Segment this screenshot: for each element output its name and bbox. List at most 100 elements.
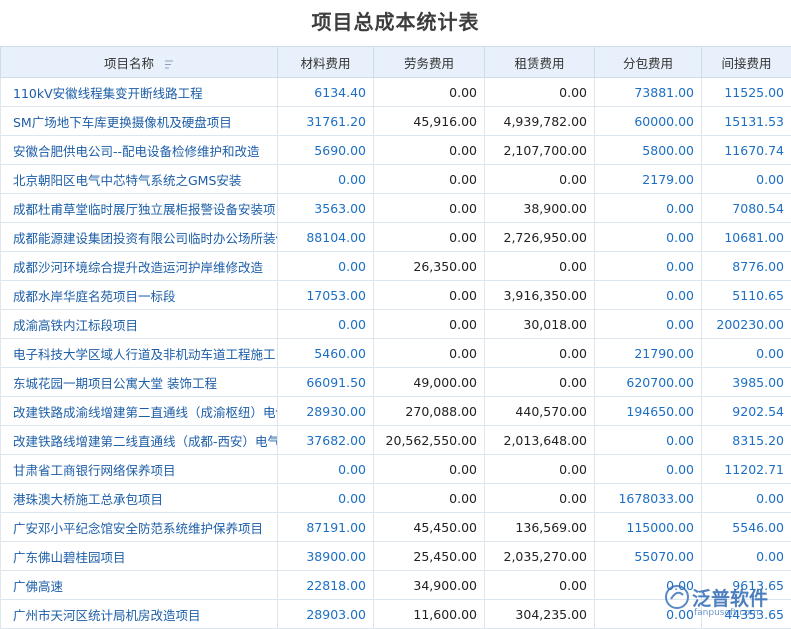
cost-cell: 136,569.00	[485, 513, 595, 542]
project-name-link[interactable]: 成都能源建设集团投资有限公司临时办公场所装修	[1, 223, 278, 252]
cost-cell[interactable]: 5460.00	[278, 339, 374, 368]
table-row[interactable]: 东城花园一期项目公寓大堂 装饰工程66091.5049,000.000.0062…	[1, 368, 791, 397]
cost-cell[interactable]: 66091.50	[278, 368, 374, 397]
project-name-link[interactable]: 电子科技大学区域人行道及非机动车道工程施工	[1, 339, 278, 368]
cost-cell[interactable]: 88104.00	[278, 223, 374, 252]
cost-cell[interactable]: 11525.00	[702, 78, 791, 107]
table-row[interactable]: 成都水岸华庭名苑项目一标段17053.000.003,916,350.000.0…	[1, 281, 791, 310]
cost-cell[interactable]: 0.00	[278, 310, 374, 339]
column-header-indirect-cost[interactable]: 间接费用	[702, 47, 791, 78]
column-header-labor-cost[interactable]: 劳务费用	[374, 47, 485, 78]
cost-cell[interactable]: 3563.00	[278, 194, 374, 223]
table-row[interactable]: 安徽合肥供电公司--配电设备检修维护和改造5690.000.002,107,70…	[1, 136, 791, 165]
cost-cell[interactable]: 60000.00	[595, 107, 702, 136]
cost-cell[interactable]: 9202.54	[702, 397, 791, 426]
project-name-link[interactable]: 东城花园一期项目公寓大堂 装饰工程	[1, 368, 278, 397]
cost-cell[interactable]: 620700.00	[595, 368, 702, 397]
cost-cell[interactable]: 0.00	[595, 223, 702, 252]
cost-cell[interactable]: 73881.00	[595, 78, 702, 107]
project-name-link[interactable]: 成渝高铁内江标段项目	[1, 310, 278, 339]
cost-cell[interactable]: 0.00	[595, 426, 702, 455]
cost-cell[interactable]: 7080.54	[702, 194, 791, 223]
sort-icon[interactable]	[164, 60, 174, 69]
cost-cell[interactable]: 200230.00	[702, 310, 791, 339]
cost-cell[interactable]: 21790.00	[595, 339, 702, 368]
cost-cell[interactable]: 0.00	[702, 165, 791, 194]
cost-cell[interactable]: 15131.53	[702, 107, 791, 136]
project-name-link[interactable]: 广佛高速	[1, 571, 278, 600]
cost-cell[interactable]: 6134.40	[278, 78, 374, 107]
cost-cell[interactable]: 0.00	[278, 455, 374, 484]
cost-cell[interactable]: 8315.20	[702, 426, 791, 455]
project-name-link[interactable]: 成都杜甫草堂临时展厅独立展柜报警设备安装项目	[1, 194, 278, 223]
cost-cell[interactable]: 115000.00	[595, 513, 702, 542]
cost-cell[interactable]: 55070.00	[595, 542, 702, 571]
column-header-subcontract-cost[interactable]: 分包费用	[595, 47, 702, 78]
cost-cell[interactable]: 0.00	[702, 484, 791, 513]
table-row[interactable]: 港珠澳大桥施工总承包项目0.000.000.001678033.000.00	[1, 484, 791, 513]
project-name-link[interactable]: 110kV安徽线程集变开断线路工程	[1, 78, 278, 107]
table-row[interactable]: 110kV安徽线程集变开断线路工程6134.400.000.0073881.00…	[1, 78, 791, 107]
cost-cell[interactable]: 28930.00	[278, 397, 374, 426]
cost-cell[interactable]: 17053.00	[278, 281, 374, 310]
project-name-link[interactable]: 广安邓小平纪念馆安全防范系统维护保养项目	[1, 513, 278, 542]
table-row[interactable]: 改建铁路成渝线增建第二直通线（成渝枢纽）电气化28930.00270,088.0…	[1, 397, 791, 426]
project-name-link[interactable]: 成都沙河环境综合提升改造运河护岸维修改造	[1, 252, 278, 281]
cost-cell[interactable]: 38900.00	[278, 542, 374, 571]
cost-cell[interactable]: 0.00	[595, 310, 702, 339]
project-name-link[interactable]: 改建铁路成渝线增建第二直通线（成渝枢纽）电气化	[1, 397, 278, 426]
table-row[interactable]: 北京朝阳区电气中芯特气系统之GMS安装0.000.000.002179.000.…	[1, 165, 791, 194]
project-name-link[interactable]: 港珠澳大桥施工总承包项目	[1, 484, 278, 513]
cost-cell[interactable]: 28903.00	[278, 600, 374, 629]
cost-cell[interactable]: 0.00	[702, 542, 791, 571]
cost-cell[interactable]: 10681.00	[702, 223, 791, 252]
cost-cell: 0.00	[374, 194, 485, 223]
cost-cell[interactable]: 0.00	[278, 165, 374, 194]
table-row[interactable]: SM广场地下车库更换摄像机及硬盘项目31761.2045,916.004,939…	[1, 107, 791, 136]
table-row[interactable]: 改建铁路线增建第二线直通线（成都-西安）电气化37682.0020,562,55…	[1, 426, 791, 455]
column-header-material-cost[interactable]: 材料费用	[278, 47, 374, 78]
table-row[interactable]: 甘肃省工商银行网络保养项目0.000.000.000.0011202.71	[1, 455, 791, 484]
cost-cell[interactable]: 5110.65	[702, 281, 791, 310]
cost-cell[interactable]: 0.00	[278, 484, 374, 513]
cost-cell[interactable]: 22818.00	[278, 571, 374, 600]
table-row[interactable]: 电子科技大学区域人行道及非机动车道工程施工5460.000.000.002179…	[1, 339, 791, 368]
cost-cell[interactable]: 31761.20	[278, 107, 374, 136]
project-name-link[interactable]: SM广场地下车库更换摄像机及硬盘项目	[1, 107, 278, 136]
cost-cell[interactable]: 194650.00	[595, 397, 702, 426]
table-row[interactable]: 广东佛山碧桂园项目38900.0025,450.002,035,270.0055…	[1, 542, 791, 571]
project-name-link[interactable]: 成都水岸华庭名苑项目一标段	[1, 281, 278, 310]
table-row[interactable]: 成都能源建设集团投资有限公司临时办公场所装修88104.000.002,726,…	[1, 223, 791, 252]
cost-cell[interactable]: 8776.00	[702, 252, 791, 281]
column-header-project-name[interactable]: 项目名称	[1, 47, 278, 78]
cost-cell[interactable]: 0.00	[702, 339, 791, 368]
column-header-rental-cost[interactable]: 租赁费用	[485, 47, 595, 78]
project-name-link[interactable]: 北京朝阳区电气中芯特气系统之GMS安装	[1, 165, 278, 194]
cost-cell[interactable]: 1678033.00	[595, 484, 702, 513]
brand-logo-icon	[664, 584, 690, 610]
cost-cell[interactable]: 0.00	[595, 252, 702, 281]
cost-cell[interactable]: 5800.00	[595, 136, 702, 165]
cost-cell: 20,562,550.00	[374, 426, 485, 455]
table-row[interactable]: 成都沙河环境综合提升改造运河护岸维修改造0.0026,350.000.000.0…	[1, 252, 791, 281]
cost-cell[interactable]: 2179.00	[595, 165, 702, 194]
cost-cell[interactable]: 11670.74	[702, 136, 791, 165]
project-name-link[interactable]: 安徽合肥供电公司--配电设备检修维护和改造	[1, 136, 278, 165]
cost-cell[interactable]: 5546.00	[702, 513, 791, 542]
project-name-link[interactable]: 广东佛山碧桂园项目	[1, 542, 278, 571]
project-name-link[interactable]: 甘肃省工商银行网络保养项目	[1, 455, 278, 484]
project-name-link[interactable]: 广州市天河区统计局机房改造项目	[1, 600, 278, 629]
project-name-link[interactable]: 改建铁路线增建第二线直通线（成都-西安）电气化	[1, 426, 278, 455]
table-row[interactable]: 广安邓小平纪念馆安全防范系统维护保养项目87191.0045,450.00136…	[1, 513, 791, 542]
table-row[interactable]: 成渝高铁内江标段项目0.000.0030,018.000.00200230.00	[1, 310, 791, 339]
cost-cell[interactable]: 37682.00	[278, 426, 374, 455]
cost-cell[interactable]: 87191.00	[278, 513, 374, 542]
cost-cell[interactable]: 5690.00	[278, 136, 374, 165]
cost-cell[interactable]: 0.00	[595, 455, 702, 484]
cost-cell[interactable]: 0.00	[595, 281, 702, 310]
cost-cell[interactable]: 0.00	[595, 194, 702, 223]
table-row[interactable]: 成都杜甫草堂临时展厅独立展柜报警设备安装项目3563.000.0038,900.…	[1, 194, 791, 223]
cost-cell[interactable]: 0.00	[278, 252, 374, 281]
cost-cell[interactable]: 11202.71	[702, 455, 791, 484]
cost-cell[interactable]: 3985.00	[702, 368, 791, 397]
